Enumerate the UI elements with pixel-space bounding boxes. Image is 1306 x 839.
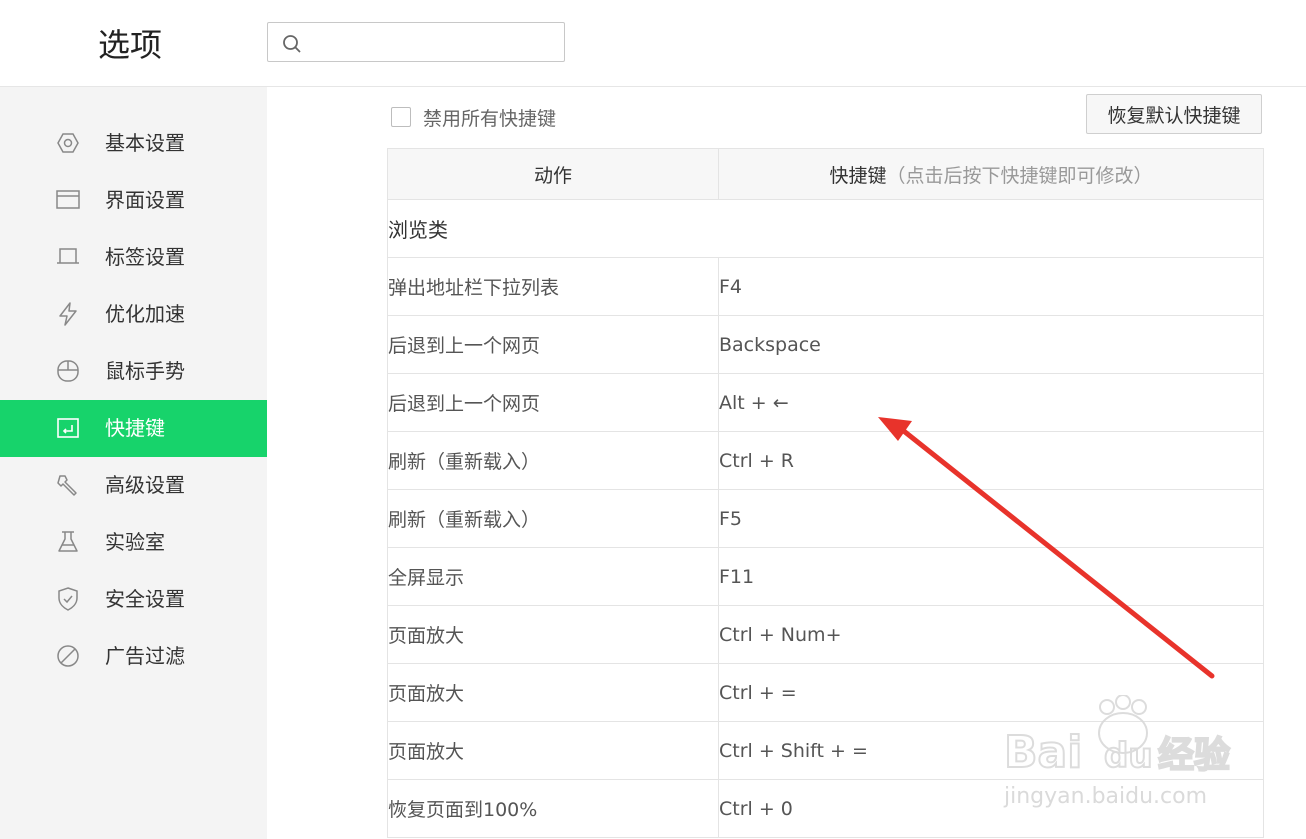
disable-all-checkbox[interactable] <box>391 107 411 127</box>
sidebar-item-ad-filter[interactable]: 广告过滤 <box>0 628 267 685</box>
action-cell: 页面放大 <box>387 721 719 780</box>
sidebar-item-label: 优化加速 <box>105 302 185 326</box>
sidebar-item-tab-settings[interactable]: 标签设置 <box>0 229 267 286</box>
shortcut-cell[interactable]: Ctrl + Num+ <box>718 605 1264 664</box>
sidebar: 基本设置 界面设置 标签设置 优化加速 鼠标手势 快捷键 高级设置 实验室 安全… <box>0 87 267 839</box>
sidebar-item-label: 实验室 <box>105 530 165 554</box>
action-cell: 页面放大 <box>387 663 719 722</box>
hexagon-icon <box>57 133 79 153</box>
action-cell: 后退到上一个网页 <box>387 315 719 374</box>
sidebar-item-label: 鼠标手势 <box>105 359 185 383</box>
sidebar-item-label: 高级设置 <box>105 473 185 497</box>
table-header-row: 动作 快捷键（点击后按下快捷键即可修改） <box>387 148 1264 200</box>
sidebar-item-security[interactable]: 安全设置 <box>0 571 267 628</box>
flask-icon <box>58 531 78 552</box>
sidebar-item-lab[interactable]: 实验室 <box>0 514 267 571</box>
sidebar-item-optimize[interactable]: 优化加速 <box>0 286 267 343</box>
table-row: 后退到上一个网页 Backspace <box>387 315 1264 374</box>
table-row: 全屏显示 F11 <box>387 547 1264 606</box>
svg-text:du: du <box>1104 736 1153 776</box>
baidu-jingyan-watermark: Bai du 经验 jingyan.baidu.com <box>1003 695 1231 809</box>
lightning-icon <box>59 302 77 326</box>
page-title: 选项 <box>98 26 163 64</box>
search-box[interactable] <box>267 22 565 62</box>
table-row: 弹出地址栏下拉列表 F4 <box>387 257 1264 316</box>
action-cell: 恢复页面到100% <box>387 779 719 838</box>
column-header-action: 动作 <box>387 148 719 200</box>
action-cell: 刷新（重新载入） <box>387 489 719 548</box>
sidebar-item-label: 广告过滤 <box>105 644 185 668</box>
action-cell: 页面放大 <box>387 605 719 664</box>
shortcut-cell[interactable]: F11 <box>718 547 1264 606</box>
restore-default-button[interactable]: 恢复默认快捷键 <box>1086 94 1262 134</box>
mouse-icon <box>57 360 79 382</box>
disable-all-row[interactable]: 禁用所有快捷键 <box>391 106 557 130</box>
shortcut-cell[interactable]: F4 <box>718 257 1264 316</box>
sidebar-item-mouse-gesture[interactable]: 鼠标手势 <box>0 343 267 400</box>
column-header-shortcut-hint: （点击后按下快捷键即可修改） <box>886 164 1153 187</box>
table-row: 刷新（重新载入） Ctrl + R <box>387 431 1264 490</box>
column-header-shortcut: 快捷键（点击后按下快捷键即可修改） <box>718 148 1264 200</box>
sidebar-item-label: 安全设置 <box>105 587 185 611</box>
sidebar-item-label: 标签设置 <box>105 245 185 269</box>
action-cell: 弹出地址栏下拉列表 <box>387 257 719 316</box>
sidebar-item-label: 快捷键 <box>105 416 165 440</box>
search-input[interactable] <box>310 29 554 57</box>
block-icon <box>57 645 79 667</box>
keyboard-enter-icon <box>57 418 79 438</box>
sidebar-item-shortcuts[interactable]: 快捷键 <box>0 400 267 457</box>
search-icon <box>283 35 301 53</box>
wrench-icon <box>57 475 77 496</box>
header: 选项 <box>0 0 1306 87</box>
column-header-shortcut-label: 快捷键 <box>829 164 887 187</box>
table-row: 后退到上一个网页 Alt + ← <box>387 373 1264 432</box>
sidebar-item-ui-settings[interactable]: 界面设置 <box>0 172 267 229</box>
tab-icon <box>57 248 79 264</box>
window-icon <box>56 190 80 209</box>
shield-icon <box>58 587 78 611</box>
shortcut-cell[interactable]: Backspace <box>718 315 1264 374</box>
category-row: 浏览类 <box>387 199 1264 258</box>
sidebar-item-label: 基本设置 <box>105 131 185 155</box>
sidebar-item-advanced[interactable]: 高级设置 <box>0 457 267 514</box>
sidebar-item-basic-settings[interactable]: 基本设置 <box>0 115 267 172</box>
disable-all-label: 禁用所有快捷键 <box>423 107 557 130</box>
shortcut-cell[interactable]: Ctrl + R <box>718 431 1264 490</box>
sidebar-item-label: 界面设置 <box>105 188 185 212</box>
action-cell: 刷新（重新载入） <box>387 431 719 490</box>
action-cell: 后退到上一个网页 <box>387 373 719 432</box>
svg-text:Bai: Bai <box>1004 727 1082 778</box>
table-row: 页面放大 Ctrl + Num+ <box>387 605 1264 664</box>
svg-text:jingyan.baidu.com: jingyan.baidu.com <box>1003 784 1207 809</box>
shortcut-cell[interactable]: F5 <box>718 489 1264 548</box>
category-label: 浏览类 <box>387 199 1264 258</box>
shortcut-cell[interactable]: Alt + ← <box>718 373 1264 432</box>
svg-text:经验: 经验 <box>1158 735 1230 776</box>
table-row: 刷新（重新载入） F5 <box>387 489 1264 548</box>
action-cell: 全屏显示 <box>387 547 719 606</box>
